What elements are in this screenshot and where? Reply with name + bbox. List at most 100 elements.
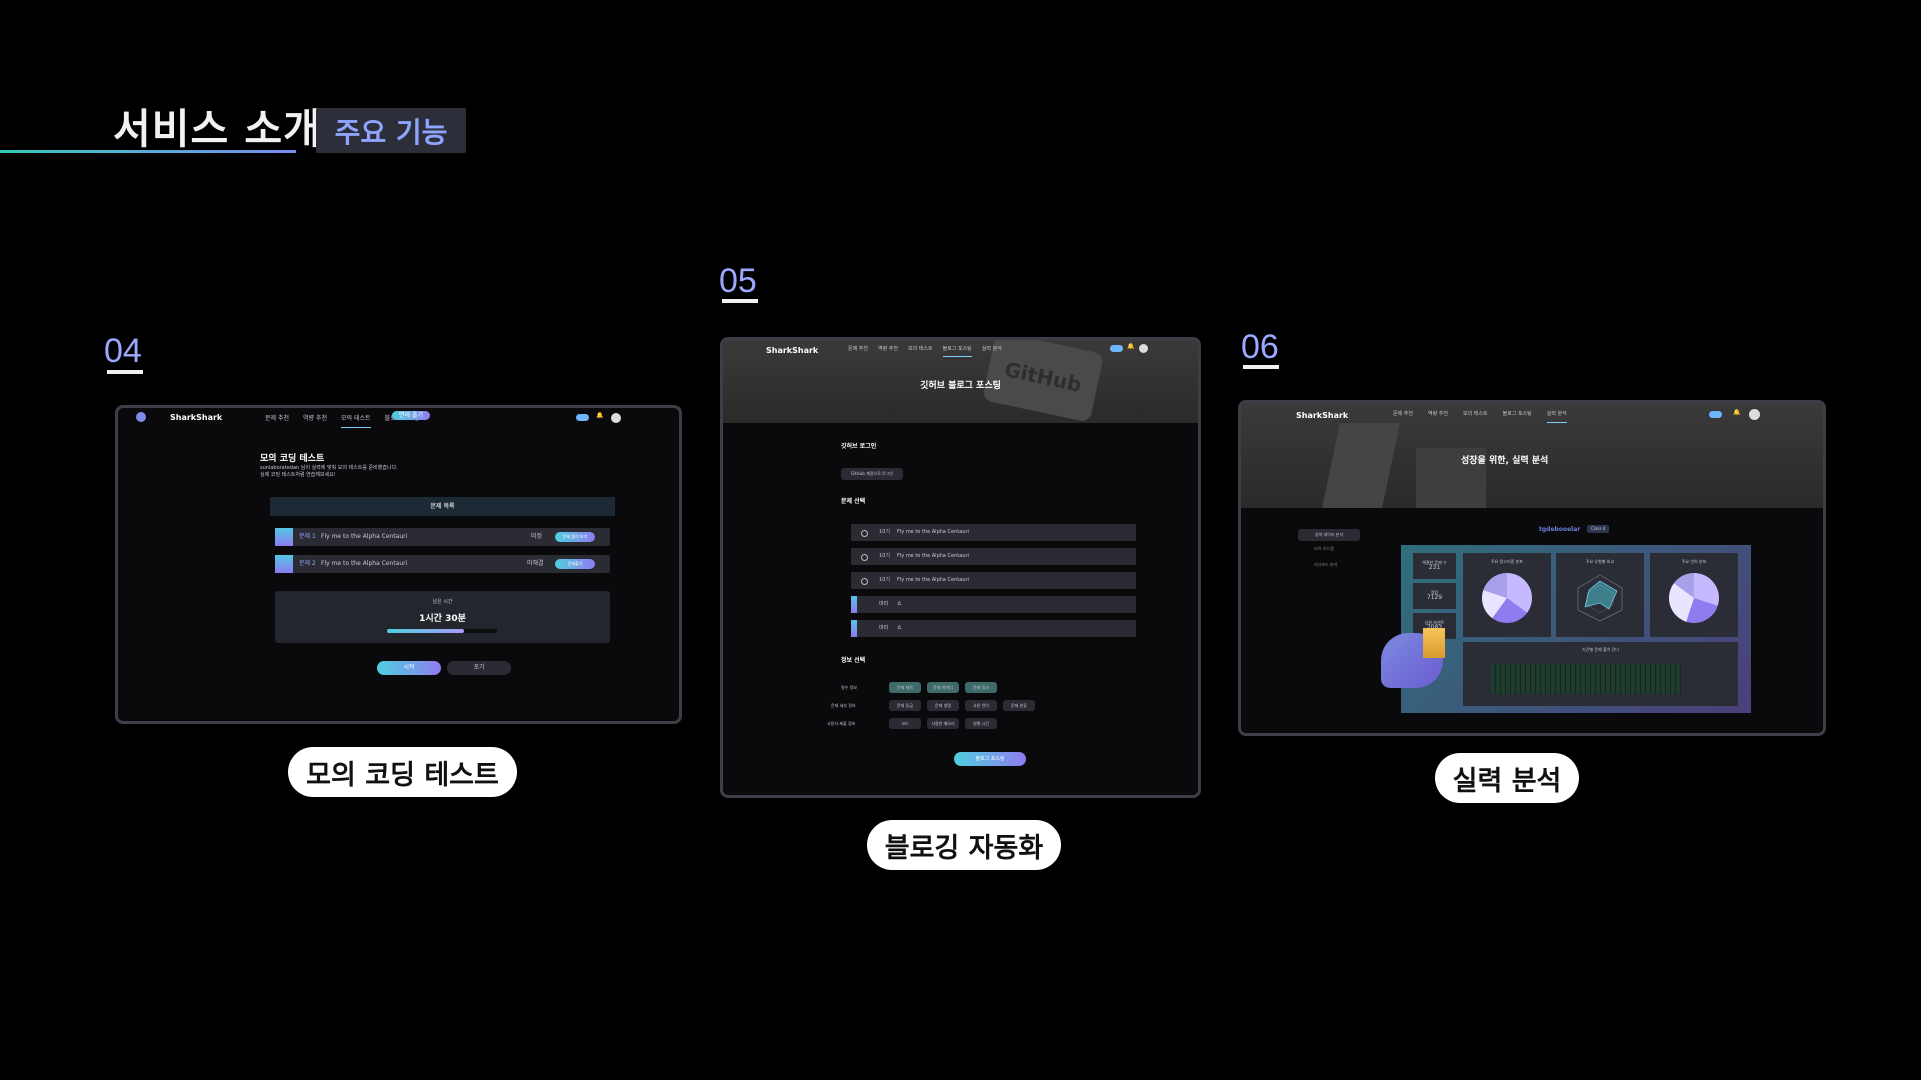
nav-item[interactable]: 문제 추천 (848, 347, 868, 357)
row-accent (851, 596, 857, 613)
side-item[interactable]: 리더보드 분석 (1314, 563, 1337, 567)
radio[interactable] (861, 530, 868, 537)
bell-icon[interactable]: 🔔 (596, 413, 603, 419)
option-chip[interactable]: 사용한 메모리 (927, 718, 959, 729)
give-up-button[interactable]: 포기 (447, 661, 511, 675)
option-chip[interactable]: 사용 언어 (965, 700, 997, 711)
section-header: 문제 목록 (270, 497, 615, 516)
nav-item[interactable]: 실력 분석 (1546, 412, 1567, 423)
stat-card: 랭킹 7129 (1413, 583, 1456, 609)
hero-shape (1321, 423, 1401, 508)
problem-tier: 10기 (879, 577, 890, 583)
nav-item[interactable]: 문제 추천 (1393, 412, 1413, 423)
caption-pill: 실력 분석 (1435, 753, 1579, 803)
feature-number: 06 (1241, 328, 1279, 366)
problem-option[interactable]: 10기 Fly me to the Alpha Centauri (851, 572, 1136, 589)
problem-label: 문제 1 (299, 533, 316, 540)
stat-card: 해결한 문제 수 231 (1413, 553, 1456, 579)
option-chip[interactable]: 실행 시간 (965, 718, 997, 729)
screenshot-skill-analysis: SharkShark 문제 추천 역량 추천 모의 테스트 블로그 포스팅 실력… (1238, 400, 1826, 736)
heatmap-title: 기간별 문제 풀이 잔디 (1582, 647, 1619, 652)
problem-row[interactable]: 문제 1 Fly me to the Alpha Centauri 미정 문제 … (275, 528, 610, 546)
pie-chart (1482, 573, 1532, 623)
problem-option-selected[interactable]: 마리 쇼 (851, 620, 1136, 637)
option-chip[interactable]: 문제 등급 (889, 700, 921, 711)
start-button[interactable]: 시작 (377, 661, 441, 675)
side-item-active[interactable]: 실력 데이터 분석 (1298, 529, 1360, 541)
theme-toggle[interactable] (576, 414, 589, 421)
problem-option[interactable]: 10기 Fly me to the Alpha Centauri (851, 524, 1136, 541)
number-underline (722, 299, 758, 303)
github-login-button[interactable]: GitHub 계정으로 로그인 (841, 468, 903, 480)
problem-row[interactable]: 문제 2 Fly me to the Alpha Centauri 미해결 문제… (275, 555, 610, 573)
title-underline (0, 150, 296, 153)
option-chip[interactable]: 문제 제목 (889, 682, 921, 693)
nav-item[interactable]: 역량 추천 (303, 416, 327, 428)
option-chip[interactable]: 코드 (889, 718, 921, 729)
nav-item[interactable]: 블로그 포스팅 (1503, 412, 1532, 423)
stat-value: 7129 (1426, 594, 1443, 601)
option-chip[interactable]: 문제 링크 (965, 682, 997, 693)
nav-item[interactable]: 역량 추천 (1428, 412, 1448, 423)
nav-item[interactable]: 모의 테스트 (341, 416, 371, 428)
option-chip[interactable]: 문제 분류 (1003, 700, 1035, 711)
problem-title: Fly me to the Alpha Centauri (321, 533, 408, 540)
avatar[interactable] (1139, 344, 1148, 353)
number-underline (107, 370, 143, 374)
username: tgdebooelar (1539, 526, 1581, 533)
row-accent (275, 555, 293, 573)
nav-item[interactable]: 실력 분석 (982, 347, 1002, 357)
select-title: 문제 선택 (841, 498, 866, 505)
problem-option-selected[interactable]: 마리 쇼 (851, 596, 1136, 613)
description: sunlaboratedan 님이 실력에 맞춰 모의 테스트를 준비했습니다. (260, 465, 398, 471)
problem-button[interactable]: 문제 풀이 보기 (555, 532, 595, 542)
problem-tier: 마리 (879, 625, 889, 631)
nav-item[interactable]: 모의 테스트 (1463, 412, 1488, 423)
bell-icon[interactable]: 🔔 (1127, 344, 1134, 350)
nav-item[interactable]: 역량 추천 (878, 347, 898, 357)
user-badge: Class 4 (1587, 525, 1610, 533)
section-title: 문제 목록 (430, 502, 455, 510)
option-chip[interactable]: 문제 아이디 (927, 682, 959, 693)
nav-item[interactable]: 블로그 포스팅 (942, 347, 972, 357)
avatar[interactable] (611, 413, 621, 423)
timer-value: 1시간 30분 (419, 614, 466, 624)
feature-number: 05 (719, 262, 757, 300)
timer-label: 남은 시간 (432, 599, 453, 605)
radio[interactable] (861, 578, 868, 585)
chart-title: 주요 언어 분포 (1681, 559, 1707, 564)
problem-title: Fly me to the Alpha Centauri (897, 529, 969, 535)
nav-item[interactable]: 모의 테스트 (908, 347, 933, 357)
login-title: 깃허브 로그인 (841, 443, 877, 450)
nav-button[interactable]: 면제 풀기 (392, 411, 430, 420)
theme-toggle[interactable] (1110, 345, 1123, 352)
nav: 문제 추천 역량 추천 모의 테스트 블로그 포스팅 실력 분석 (1393, 412, 1567, 423)
option-chip[interactable]: 문제 설명 (927, 700, 959, 711)
caption-pill: 모의 코딩 테스트 (288, 747, 517, 797)
problem-button[interactable]: 문제풀기 (555, 559, 595, 569)
progress-fill (387, 629, 464, 633)
nav-item[interactable]: 문제 추천 (265, 416, 289, 428)
radar-chart (1577, 574, 1623, 622)
radio[interactable] (861, 554, 868, 561)
avatar[interactable] (1749, 409, 1760, 420)
option-row-label: 사용자 제출 정보 (827, 721, 856, 726)
problem-option[interactable]: 10기 Fly me to the Alpha Centauri (851, 548, 1136, 565)
problem-tag: 미정 (531, 533, 543, 540)
contribution-heatmap (1491, 664, 1681, 694)
problem-tag: 미해결 (527, 560, 544, 567)
side-item[interactable]: 티어 로드맵 (1314, 547, 1334, 551)
chart-title: 주요 유형별 비교 (1585, 559, 1615, 564)
row-accent (275, 528, 293, 546)
submit-button[interactable]: 블로그 포스팅 (954, 752, 1026, 766)
problem-title: Fly me to the Alpha Centauri (321, 560, 408, 567)
heatmap-card: 기간별 문제 풀이 잔디 (1463, 642, 1738, 706)
screenshot-blog-posting: GitHub SharkShark 문제 추천 역량 추천 모의 테스트 블로그… (720, 337, 1201, 798)
dashboard: 해결한 문제 수 231 랭킹 7129 상위 퍼센트 7083 주요 알고리즘… (1401, 545, 1751, 713)
bell-icon[interactable]: 🔔 (1733, 410, 1740, 416)
problem-title: 쇼 (897, 625, 902, 631)
theme-toggle[interactable] (1709, 411, 1722, 418)
section-badge: 주요 기능 (316, 108, 466, 153)
description: 실제 코딩 테스트처럼 연습해보세요! (260, 472, 336, 478)
stat-value: 231 (1428, 564, 1441, 571)
